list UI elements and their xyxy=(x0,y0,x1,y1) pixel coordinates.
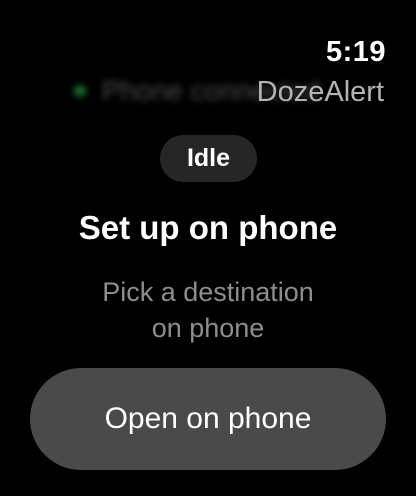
state-badge: Idle xyxy=(160,135,257,182)
page-subtitle: Pick a destination on phone xyxy=(0,274,416,346)
clock-time: 5:19 xyxy=(325,36,386,68)
open-on-phone-button[interactable]: Open on phone xyxy=(30,368,386,470)
subtitle-line-2: on phone xyxy=(151,313,265,343)
connection-dot-icon xyxy=(74,85,86,97)
page-title: Set up on phone xyxy=(78,209,338,246)
app-name: DozeAlert xyxy=(256,76,384,108)
subtitle-line-1: Pick a destination xyxy=(102,277,314,307)
